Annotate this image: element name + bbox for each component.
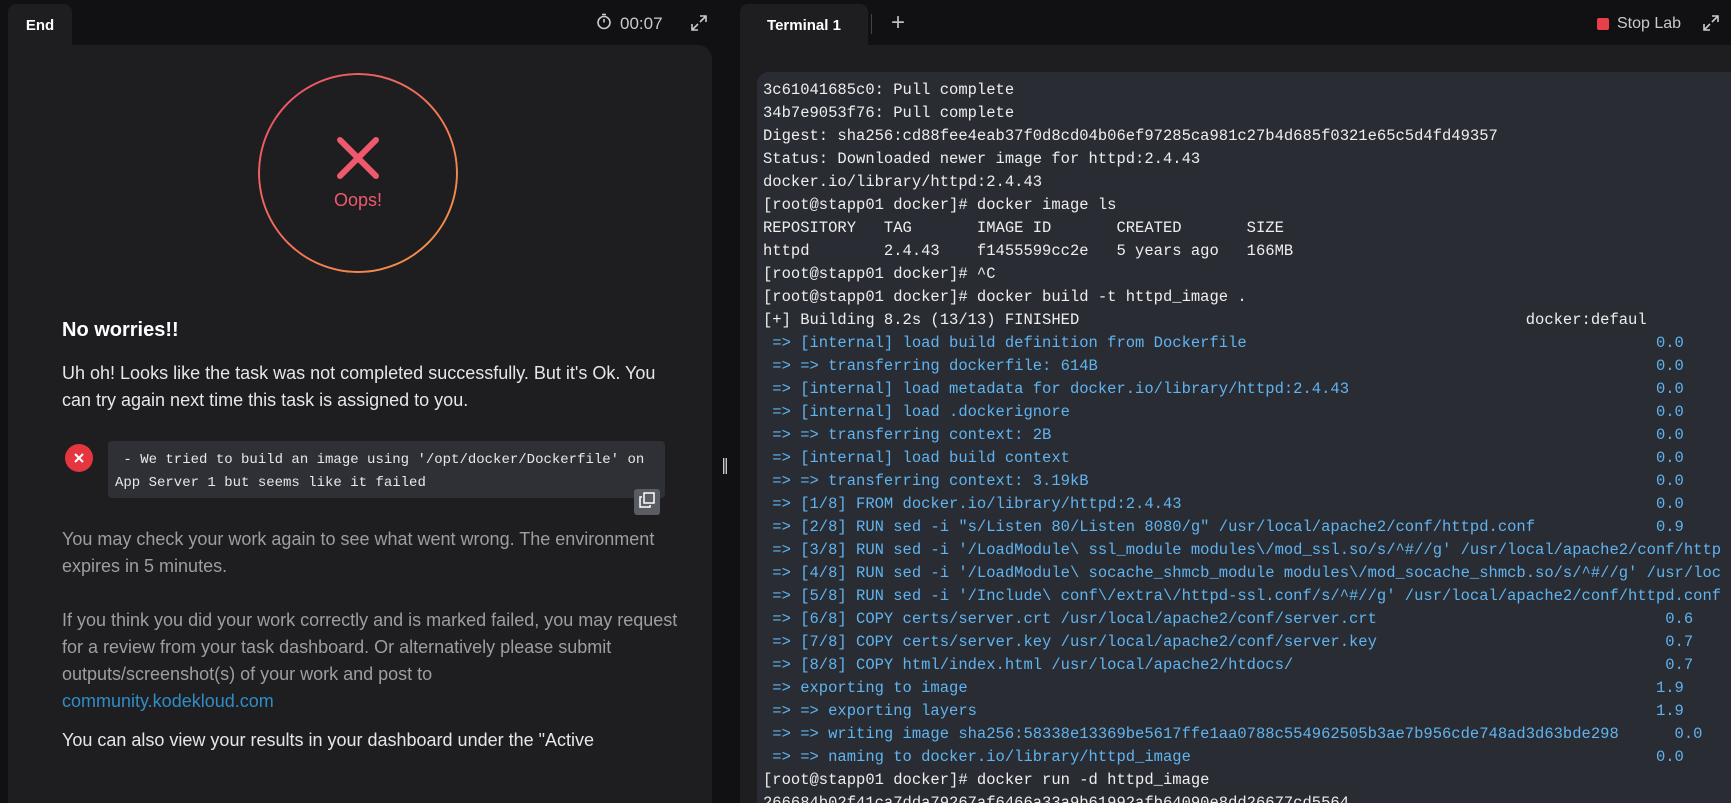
timer-value: 00:07	[620, 14, 663, 33]
result-heading: No worries!!	[62, 319, 179, 341]
panel-resize-handle[interactable]: ‖	[721, 455, 729, 474]
terminal-line: => => writing image sha256:58338e13369be…	[763, 725, 1703, 743]
terminal-line: => [5/8] RUN sed -i '/Include\ conf\/ext…	[763, 587, 1731, 605]
stop-lab-label: Stop Lab	[1617, 15, 1682, 32]
terminal-line: [+] Building 8.2s (13/13) FINISHED docke…	[763, 311, 1647, 329]
terminal-line: => [7/8] COPY certs/server.key /usr/loca…	[763, 633, 1694, 651]
stop-lab-button[interactable]: Stop Lab	[1597, 13, 1681, 35]
terminal-line: => [internal] load build context 0.0	[763, 449, 1684, 467]
terminal-line: 3c61041685c0: Pull complete	[763, 81, 1015, 99]
terminal-line: => [8/8] COPY html/index.html /usr/local…	[763, 656, 1694, 674]
dashboard-text: You can also view your results in your d…	[62, 730, 595, 750]
stopwatch-icon	[596, 13, 612, 35]
terminal-line: Status: Downloaded newer image for httpd…	[763, 150, 1201, 168]
tab-end[interactable]: End	[8, 4, 72, 46]
review-text: If you think you did your work correctly…	[62, 607, 682, 715]
terminal-line: => => transferring dockerfile: 614B 0.0	[763, 357, 1684, 375]
community-link[interactable]: community.kodekloud.com	[62, 691, 274, 711]
terminal-line: 34b7e9053f76: Pull complete	[763, 104, 1015, 122]
terminal-line: [root@stapp01 docker]# ^C	[763, 265, 996, 283]
terminal-line: [root@stapp01 docker]# docker build -t h…	[763, 288, 1247, 306]
result-intro: Uh oh! Looks like the task was not compl…	[62, 363, 656, 410]
terminal-line: => => transferring context: 2B 0.0	[763, 426, 1684, 444]
terminal[interactable]: 3c61041685c0: Pull complete 34b7e9053f76:…	[757, 72, 1731, 803]
terminal-line: Digest: sha256:cd88fee4eab37f0d8cd04b06e…	[763, 127, 1498, 145]
terminal-line: [root@stapp01 docker]# docker run -d htt…	[763, 771, 1210, 789]
terminal-line: => => transferring context: 3.19kB 0.0	[763, 472, 1684, 490]
tab-terminal-label: Terminal 1	[767, 16, 841, 34]
check-text: You may check your work again to see wha…	[62, 529, 655, 576]
terminal-line: httpd 2.4.43 f1455599cc2e 5 years ago 16…	[763, 242, 1294, 260]
terminal-line: => [4/8] RUN sed -i '/LoadModule\ socach…	[763, 564, 1731, 582]
review-text-body: If you think you did your work correctly…	[62, 610, 678, 684]
result-panel: Oops! No worries!! Uh oh! Looks like the…	[8, 45, 712, 803]
timer: 00:07	[596, 13, 663, 35]
expand-icon[interactable]	[690, 14, 708, 37]
oops-label: Oops!	[333, 190, 383, 210]
error-message: - We tried to build an image using '/opt…	[108, 441, 665, 498]
tab-terminal-1[interactable]: Terminal 1	[740, 4, 868, 46]
close-icon	[335, 135, 381, 186]
terminal-line: => => exporting layers 1.9	[763, 702, 1684, 720]
terminal-line: [root@stapp01 docker]# docker image ls	[763, 196, 1117, 214]
tab-end-label: End	[25, 16, 55, 34]
error-icon	[65, 444, 93, 472]
add-tab-button[interactable]: +	[891, 10, 905, 36]
terminal-line: => [1/8] FROM docker.io/library/httpd:2.…	[763, 495, 1684, 513]
stop-icon	[1597, 18, 1609, 30]
terminal-line: 266684b02f41ca7dda79267af6466a33a9b61992…	[763, 794, 1349, 803]
terminal-line: REPOSITORY TAG IMAGE ID CREATED SIZE	[763, 219, 1284, 237]
terminal-output: 3c61041685c0: Pull complete 34b7e9053f76:…	[763, 79, 1731, 803]
copy-icon	[639, 491, 655, 513]
plus-icon: +	[891, 9, 906, 36]
expand-icon[interactable]	[1702, 14, 1720, 37]
tab-divider	[871, 14, 872, 34]
terminal-line: => [internal] load build definition from…	[763, 334, 1684, 352]
terminal-line: => => naming to docker.io/library/httpd_…	[763, 748, 1684, 766]
oops-badge: Oops!	[258, 73, 458, 273]
terminal-line: => exporting to image 1.9	[763, 679, 1684, 697]
terminal-line: docker.io/library/httpd:2.4.43	[763, 173, 1043, 191]
terminal-line: => [internal] load metadata for docker.i…	[763, 380, 1684, 398]
copy-button[interactable]	[634, 489, 660, 515]
terminal-line: => [3/8] RUN sed -i '/LoadModule\ ssl_mo…	[763, 541, 1731, 559]
terminal-line: => [6/8] COPY certs/server.crt /usr/loca…	[763, 610, 1694, 628]
terminal-line: => [internal] load .dockerignore 0.0	[763, 403, 1684, 421]
terminal-line: => [2/8] RUN sed -i "s/Listen 80/Listen …	[763, 518, 1684, 536]
